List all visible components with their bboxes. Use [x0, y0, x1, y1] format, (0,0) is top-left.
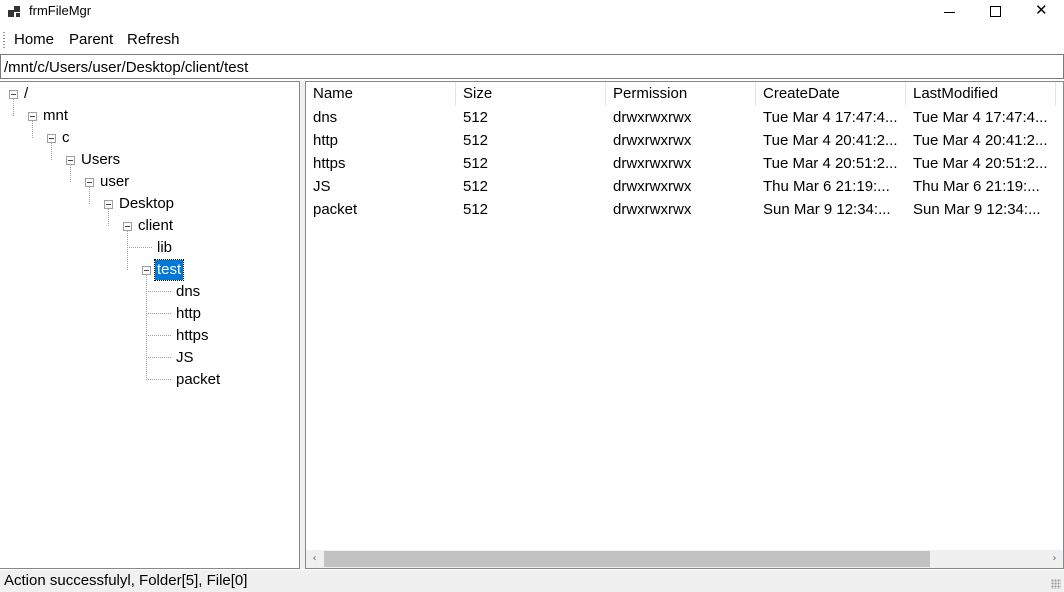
tree-connector [89, 187, 90, 204]
collapse-icon[interactable] [142, 266, 151, 275]
cell-permission: drwxrwxrwx [613, 132, 692, 149]
resize-grip-icon[interactable] [1051, 579, 1061, 589]
cell-createdate: Tue Mar 4 20:41:2... [763, 132, 898, 149]
tree-node-lib[interactable]: lib [155, 238, 174, 258]
tree-node-https[interactable]: https [174, 326, 211, 346]
collapse-icon[interactable] [9, 90, 18, 99]
list-row[interactable]: packet 512 drwxrwxrwx Sun Mar 9 12:34:..… [306, 198, 1063, 221]
cell-lastmodified: Tue Mar 4 17:47:4... [913, 109, 1048, 126]
collapse-icon[interactable] [66, 156, 75, 165]
status-bar: Action successfulyl, Folder[5], File[0] [0, 570, 1064, 592]
column-header-size[interactable]: Size [456, 82, 606, 106]
path-input[interactable] [4, 57, 1054, 77]
cell-name: http [313, 132, 339, 149]
tree-connector [146, 335, 172, 336]
tree-node-http[interactable]: http [174, 304, 203, 324]
scroll-thumb[interactable] [324, 551, 930, 567]
menu-bar: Home Parent Refresh [0, 28, 1064, 52]
collapse-icon[interactable] [47, 134, 56, 143]
column-header-createdate[interactable]: CreateDate [756, 82, 906, 106]
list-row[interactable]: http 512 drwxrwxrwx Tue Mar 4 20:41:2...… [306, 129, 1063, 152]
column-header-lastmodified[interactable]: LastModified [906, 82, 1056, 106]
cell-size: 512 [463, 178, 489, 195]
tree-node-users[interactable]: Users [79, 150, 122, 170]
minimize-button[interactable] [926, 0, 972, 24]
scroll-right-icon[interactable]: › [1046, 550, 1063, 568]
status-text: Action successfulyl, Folder[5], File[0] [4, 572, 248, 589]
cell-name: JS [313, 178, 331, 195]
cell-size: 512 [463, 201, 489, 218]
cell-size: 512 [463, 155, 489, 172]
cell-permission: drwxrwxrwx [613, 109, 692, 126]
menu-item-home[interactable]: Home [14, 31, 54, 49]
minimize-icon [944, 12, 955, 13]
cell-createdate: Sun Mar 9 12:34:... [763, 201, 891, 218]
collapse-icon[interactable] [104, 200, 113, 209]
list-header: Name Size Permission CreateDate LastModi… [306, 82, 1063, 106]
tree-node-js[interactable]: JS [174, 348, 196, 368]
column-header-permission[interactable]: Permission [606, 82, 756, 106]
collapse-icon[interactable] [28, 112, 37, 121]
collapse-icon[interactable] [123, 222, 132, 231]
cell-size: 512 [463, 132, 489, 149]
close-icon: ✕ [1035, 1, 1048, 19]
file-list[interactable]: Name Size Permission CreateDate LastModi… [305, 81, 1064, 569]
tree-connector [13, 99, 14, 116]
tree-node-client[interactable]: client [136, 216, 175, 236]
tree-node-mnt[interactable]: mnt [41, 106, 70, 126]
horizontal-scrollbar[interactable]: ‹ › [306, 550, 1063, 568]
tree-node-user[interactable]: user [98, 172, 131, 192]
tree-connector [108, 209, 109, 226]
tree-connector [146, 379, 172, 380]
tree-connector [32, 121, 33, 138]
tree-node-c[interactable]: c [60, 128, 72, 148]
window-title: frmFileMgr [29, 3, 92, 18]
close-button[interactable]: ✕ [1018, 0, 1064, 24]
maximize-button[interactable] [972, 0, 1018, 24]
tree-connector [127, 231, 128, 270]
tree-connector [127, 247, 153, 248]
list-row[interactable]: dns 512 drwxrwxrwx Tue Mar 4 17:47:4... … [306, 106, 1063, 129]
scroll-left-icon[interactable]: ‹ [306, 550, 323, 568]
cell-lastmodified: Thu Mar 6 21:19:... [913, 178, 1040, 195]
collapse-icon[interactable] [85, 178, 94, 187]
tree-node-dns[interactable]: dns [174, 282, 202, 302]
menu-item-refresh[interactable]: Refresh [127, 31, 180, 49]
cell-lastmodified: Tue Mar 4 20:41:2... [913, 132, 1048, 149]
title-bar: frmFileMgr ✕ [0, 0, 1064, 24]
folder-tree[interactable]: / mnt c Users user Desktop client lib te… [0, 81, 300, 569]
path-bar [0, 54, 1064, 79]
tree-connector [70, 165, 71, 182]
tree-node-root[interactable]: / [22, 84, 30, 104]
column-header-name[interactable]: Name [306, 82, 456, 106]
list-row[interactable]: https 512 drwxrwxrwx Tue Mar 4 20:51:2..… [306, 152, 1063, 175]
cell-createdate: Tue Mar 4 17:47:4... [763, 109, 898, 126]
cell-permission: drwxrwxrwx [613, 155, 692, 172]
cell-permission: drwxrwxrwx [613, 201, 692, 218]
tree-connector [51, 143, 52, 160]
menu-item-parent[interactable]: Parent [69, 31, 113, 49]
cell-lastmodified: Tue Mar 4 20:51:2... [913, 155, 1048, 172]
list-row[interactable]: JS 512 drwxrwxrwx Thu Mar 6 21:19:... Th… [306, 175, 1063, 198]
tree-connector [146, 291, 172, 292]
tree-node-test[interactable]: test [153, 259, 185, 281]
cell-size: 512 [463, 109, 489, 126]
cell-name: packet [313, 201, 358, 218]
tree-connector [146, 357, 172, 358]
maximize-icon [990, 6, 1001, 17]
menu-grip[interactable] [3, 32, 5, 48]
tree-connector [146, 313, 172, 314]
cell-lastmodified: Sun Mar 9 12:34:... [913, 201, 1041, 218]
cell-permission: drwxrwxrwx [613, 178, 692, 195]
cell-createdate: Thu Mar 6 21:19:... [763, 178, 890, 195]
cell-name: dns [313, 109, 338, 126]
cell-name: https [313, 155, 346, 172]
tree-node-desktop[interactable]: Desktop [117, 194, 176, 214]
app-icon [8, 6, 22, 18]
tree-node-packet[interactable]: packet [174, 370, 222, 390]
cell-createdate: Tue Mar 4 20:51:2... [763, 155, 898, 172]
